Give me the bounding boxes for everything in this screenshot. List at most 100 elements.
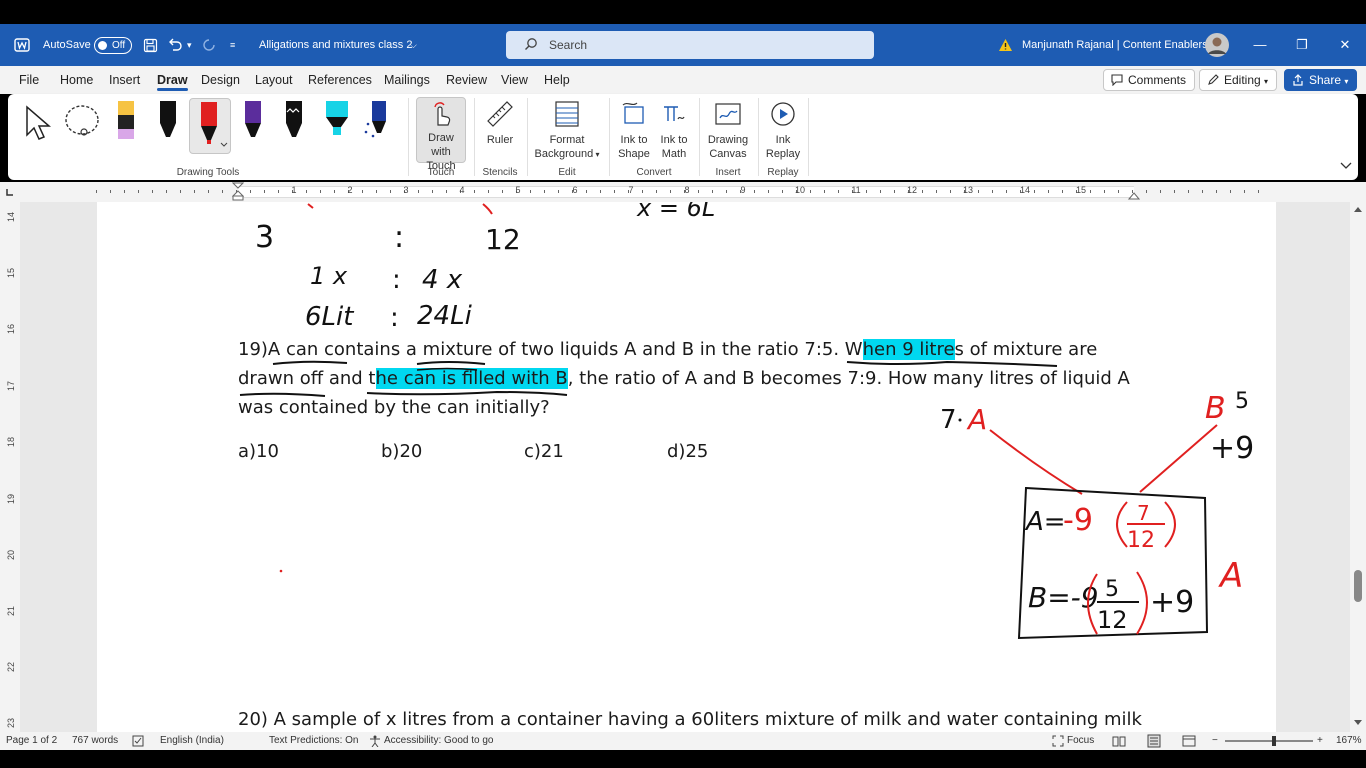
print-layout-icon[interactable] <box>1147 734 1161 748</box>
tab-draw[interactable]: Draw <box>157 66 188 94</box>
ribbon-collapse-chevron-down-icon[interactable] <box>1340 162 1352 170</box>
tab-review[interactable]: Review <box>446 66 487 94</box>
ink-text: +9 <box>1150 585 1194 620</box>
ink-text: A <box>966 403 987 436</box>
pen-icon <box>286 101 302 137</box>
ink-to-shape-label-2: Shape <box>618 148 650 160</box>
ink-text: : <box>390 303 399 333</box>
web-layout-icon[interactable] <box>1182 735 1196 747</box>
read-mode-icon[interactable] <box>1112 735 1126 747</box>
autosave-toggle[interactable]: Off <box>94 37 132 54</box>
vruler-number: 20 <box>6 550 16 561</box>
document-title[interactable]: Alligations and mixtures class 2 <box>259 24 412 66</box>
ink-to-shape-button[interactable]: Ink to Shape <box>614 97 654 161</box>
search-input[interactable]: Search <box>506 31 874 59</box>
customize-toolbar-icon[interactable]: ≡ <box>230 24 235 66</box>
document-canvas[interactable]: 19)A can contains a mixture of two liqui… <box>20 202 1350 732</box>
tab-insert[interactable]: Insert <box>109 66 140 94</box>
language-indicator[interactable]: English (India) <box>160 732 224 750</box>
tab-help[interactable]: Help <box>544 66 570 94</box>
ink-replay-button[interactable]: Ink Replay <box>761 97 805 161</box>
undo-dropdown-icon[interactable]: ▾ <box>187 24 192 66</box>
ink-text: +9 <box>1210 431 1254 466</box>
text-predictions-status[interactable]: Text Predictions: On <box>269 732 358 750</box>
scroll-down-icon[interactable] <box>1354 720 1362 726</box>
draw-with-touch-button[interactable]: Draw with Touch <box>416 97 466 172</box>
proofing-icon[interactable] <box>132 735 145 747</box>
undo-icon[interactable] <box>167 37 183 52</box>
right-indent-marker-icon[interactable] <box>1128 190 1140 200</box>
close-button[interactable]: ✕ <box>1325 24 1365 66</box>
scrollbar-thumb[interactable] <box>1354 570 1362 602</box>
ink-text: : <box>392 265 401 295</box>
ink-text: 7 <box>1137 501 1150 525</box>
zoom-slider[interactable] <box>1225 740 1313 742</box>
format-background-button[interactable]: Format Background ▾ <box>532 97 602 162</box>
ruler-number: 9 <box>740 185 746 195</box>
ink-replay-label-1: Ink <box>775 134 791 146</box>
page-count[interactable]: Page 1 of 2 <box>6 732 57 750</box>
zoom-out-button[interactable]: − <box>1212 732 1218 750</box>
redo-icon[interactable] <box>201 37 217 52</box>
accessibility-status[interactable]: Accessibility: Good to go <box>384 732 494 750</box>
ribbon-separator <box>609 98 610 176</box>
horizontal-ruler[interactable]: 1 2 3 4 5 6 7 8 9 10 11 12 13 14 15 <box>0 182 1366 202</box>
ink-text: 5 <box>1235 389 1249 414</box>
ribbon-separator <box>408 98 409 176</box>
zoom-slider-thumb[interactable] <box>1272 736 1276 746</box>
tab-mailings[interactable]: Mailings <box>384 66 430 94</box>
highlighter-cyan-tool[interactable] <box>317 98 357 158</box>
ink-to-math-button[interactable]: Ink to Math <box>654 97 694 161</box>
accessibility-icon[interactable] <box>369 735 381 747</box>
vruler-number: 19 <box>6 494 16 505</box>
editing-mode-button[interactable]: Editing ▾ <box>1199 69 1278 91</box>
document-page[interactable]: 19)A can contains a mixture of two liqui… <box>97 202 1276 732</box>
ink-text: 5 <box>1105 577 1119 602</box>
tab-references[interactable]: References <box>308 66 372 94</box>
restore-button[interactable]: ❐ <box>1282 24 1322 66</box>
ruler-number: 13 <box>962 185 973 195</box>
comments-button[interactable]: Comments <box>1103 69 1196 91</box>
focus-icon[interactable] <box>1052 735 1064 747</box>
zoom-in-button[interactable]: + <box>1317 732 1323 750</box>
tab-home[interactable]: Home <box>60 66 93 94</box>
pen-pattern-tool[interactable] <box>274 98 314 158</box>
vertical-ruler[interactable]: 14 15 16 17 18 19 20 21 22 23 <box>0 202 20 732</box>
zoom-level[interactable]: 167% <box>1336 732 1362 750</box>
comments-label: Comments <box>1128 73 1187 87</box>
comment-icon <box>1111 74 1123 86</box>
pen-purple-tool[interactable] <box>233 98 273 158</box>
group-label-stencils: Stencils <box>482 167 518 178</box>
indent-marker-icon[interactable] <box>232 182 244 202</box>
drawing-canvas-button[interactable]: Drawing Canvas <box>703 97 753 161</box>
user-name[interactable]: Manjunath Rajanal | Content Enablers <box>1022 24 1208 66</box>
pen-galaxy-tool[interactable] <box>358 98 398 158</box>
ruler-button[interactable]: Ruler <box>478 97 522 147</box>
ink-text: B <box>1205 391 1226 426</box>
lasso-select-icon[interactable] <box>62 102 102 140</box>
tab-design[interactable]: Design <box>201 66 240 94</box>
highlighter-icon <box>326 101 348 135</box>
ink-text: x = 6L <box>636 202 715 222</box>
share-button[interactable]: Share ▾ <box>1284 69 1358 91</box>
user-avatar[interactable] <box>1205 33 1229 57</box>
pen-black-tool[interactable] <box>148 98 188 158</box>
warning-icon[interactable] <box>998 38 1013 52</box>
draw-ribbon: Drawing Tools Draw with Touch Touch Rule… <box>8 94 1358 180</box>
pen-red-tool[interactable] <box>189 98 231 154</box>
tab-view[interactable]: View <box>501 66 528 94</box>
highlighter-yellow-tool[interactable] <box>106 98 146 158</box>
title-chevron-down-icon[interactable]: ⌵ <box>410 24 417 66</box>
vertical-scrollbar[interactable] <box>1350 202 1366 732</box>
word-app-icon[interactable] <box>14 37 30 53</box>
minimize-button[interactable]: — <box>1240 24 1280 66</box>
ruler-tab-selector-icon[interactable] <box>6 188 14 196</box>
tab-file[interactable]: File <box>19 66 39 94</box>
select-cursor-icon[interactable] <box>22 104 52 142</box>
scroll-up-icon[interactable] <box>1354 206 1362 212</box>
save-icon[interactable] <box>143 38 158 53</box>
word-count[interactable]: 767 words <box>72 732 118 750</box>
focus-label[interactable]: Focus <box>1067 732 1094 750</box>
ink-to-math-icon <box>664 106 685 121</box>
tab-layout[interactable]: Layout <box>255 66 293 94</box>
